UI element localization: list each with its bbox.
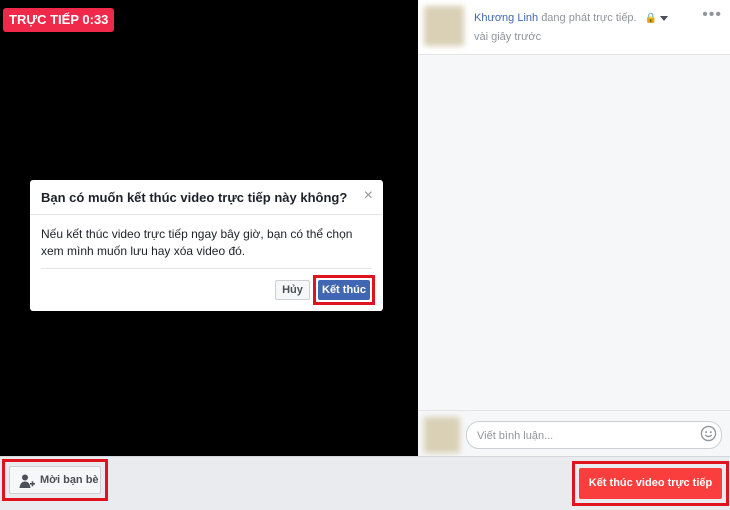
dialog-title: Bạn có muốn kết thúc video trực tiếp này… [41,190,348,205]
confirm-end-button[interactable]: Kết thúc [318,280,370,300]
emoji-icon[interactable] [700,425,717,442]
post-time[interactable]: vài giây trước [474,31,541,43]
chevron-down-icon[interactable] [660,15,669,21]
comment-box[interactable] [466,421,722,449]
sidebar: Khương Linh đang phát trực tiếp. 🔒 vài g… [418,0,730,457]
post-header: Khương Linh đang phát trực tiếp. 🔒 vài g… [418,0,730,55]
post-action: đang phát trực tiếp. [541,12,637,24]
invite-label: Mời bạn bè [40,474,99,486]
end-live-button[interactable]: Kết thúc video trực tiếp [579,468,722,499]
confirm-highlight: Kết thúc [313,275,375,305]
dialog-divider [41,268,372,269]
avatar[interactable] [424,6,464,46]
more-options-icon[interactable]: ••• [702,6,722,24]
end-live-dialog: Bạn có muốn kết thúc video trực tiếp này… [30,180,383,311]
author-name[interactable]: Khương Linh [474,12,538,24]
close-icon[interactable]: × [364,187,373,205]
cancel-button[interactable]: Hủy [275,280,310,300]
invite-highlight: Mời bạn bè [2,459,108,501]
live-video-area[interactable]: TRỰC TIẾP 0:33 Bạn có muốn kết thúc vide… [0,0,418,456]
avatar [424,417,460,453]
end-live-highlight: Kết thúc video trực tiếp [572,461,729,506]
add-person-icon [19,474,35,488]
invite-friends-button[interactable]: Mời bạn bè [9,466,101,494]
lock-icon: 🔒 [644,13,658,24]
live-badge: TRỰC TIẾP 0:33 [3,8,115,32]
post-author-line: Khương Linh đang phát trực tiếp. 🔒 [474,12,669,24]
comment-composer [418,410,730,457]
dialog-message: Nếu kết thúc video trực tiếp ngay bây gi… [41,227,353,258]
comment-input[interactable] [475,426,689,446]
dialog-divider [30,214,383,215]
